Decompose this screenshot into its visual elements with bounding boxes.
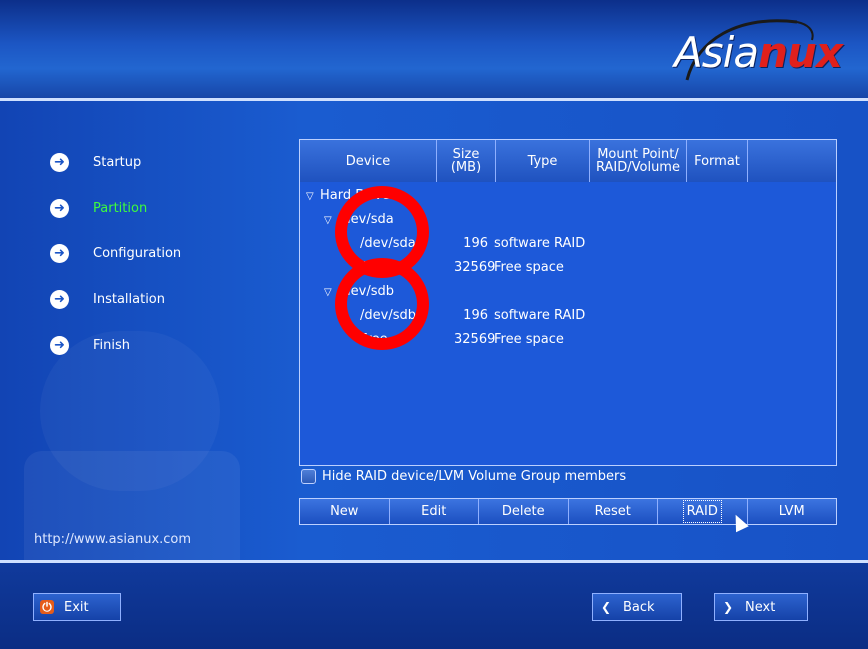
arrow-right-icon: ➜: [50, 243, 69, 263]
arrow-right-icon: ➜: [50, 198, 69, 218]
hide-members-label: Hide RAID device/LVM Volume Group member…: [322, 469, 627, 484]
logo-text-part-1: Asia: [674, 28, 759, 77]
type-cell: Free space: [494, 260, 564, 275]
exit-button-label: Exit: [64, 599, 89, 615]
back-button[interactable]: ❮ Back: [592, 593, 682, 621]
arrow-right-icon: ➜: [50, 289, 69, 309]
size-cell: 196: [463, 236, 488, 251]
size-cell: 32569: [454, 260, 496, 275]
partition-table[interactable]: Device Size (MB) Type Mount Point/ RAID/…: [299, 139, 837, 466]
hide-members-checkbox[interactable]: Hide RAID device/LVM Volume Group member…: [301, 469, 626, 484]
annotation-circle-lower: [335, 258, 429, 350]
top-banner: Asianux: [0, 0, 868, 98]
reset-button[interactable]: Reset: [569, 499, 658, 524]
next-button[interactable]: ❯ Next: [714, 593, 808, 621]
step-label: Finish: [93, 337, 131, 353]
bottom-nav-bar: ⏻ Exit ❮ Back ❯ Next: [0, 563, 868, 649]
delete-button-label: Delete: [501, 504, 545, 519]
step-installation: ➜ Installation: [50, 288, 165, 310]
column-header-format[interactable]: Format: [687, 140, 748, 182]
step-label: Partition: [93, 200, 148, 216]
partition-action-bar: New Edit Delete Reset RAID LVM: [299, 498, 837, 525]
step-label: Startup: [93, 154, 142, 170]
delete-button[interactable]: Delete: [479, 499, 569, 524]
new-button[interactable]: New: [300, 499, 390, 524]
chevron-right-icon: ❯: [722, 600, 734, 614]
step-label: Configuration: [93, 245, 182, 261]
main-area: ➜ Startup ➜ Partition ➜ Configuration ➜ …: [0, 101, 868, 601]
column-header-filler: [748, 140, 836, 182]
checkbox-icon[interactable]: [301, 469, 316, 484]
website-url: http://www.asianux.com: [34, 532, 192, 547]
raid-button-label: RAID: [682, 500, 722, 523]
lvm-button-label: LVM: [778, 504, 805, 519]
power-icon: ⏻: [40, 600, 54, 614]
asianux-logo: Asianux: [647, 10, 843, 90]
reset-button-label: Reset: [594, 504, 631, 519]
size-cell: 196: [463, 308, 488, 323]
back-button-label: Back: [623, 599, 655, 615]
logo-text-part-2: nux: [758, 28, 843, 77]
step-label: Installation: [93, 291, 166, 307]
new-button-label: New: [330, 504, 359, 519]
edit-button-label: Edit: [421, 504, 447, 519]
column-header-device[interactable]: Device: [300, 140, 437, 182]
step-partition: ➜ Partition: [50, 197, 147, 219]
step-finish: ➜ Finish: [50, 334, 130, 356]
type-cell: software RAID: [494, 236, 586, 251]
column-header-size[interactable]: Size (MB): [437, 140, 496, 182]
chevron-left-icon: ❮: [600, 600, 612, 614]
step-startup: ➜ Startup: [50, 151, 141, 173]
expander-icon[interactable]: ▽: [306, 191, 320, 202]
type-cell: Free space: [494, 332, 564, 347]
column-header-type[interactable]: Type: [496, 140, 590, 182]
lvm-button[interactable]: LVM: [748, 499, 837, 524]
table-header: Device Size (MB) Type Mount Point/ RAID/…: [300, 140, 836, 182]
edit-button[interactable]: Edit: [390, 499, 479, 524]
column-header-mount-point[interactable]: Mount Point/ RAID/Volume: [590, 140, 687, 182]
size-cell: 32569: [454, 332, 496, 347]
arrow-right-icon: ➜: [50, 335, 69, 355]
type-cell: software RAID: [494, 308, 586, 323]
arrow-right-icon: ➜: [50, 152, 69, 172]
exit-button[interactable]: ⏻ Exit: [33, 593, 121, 621]
next-button-label: Next: [745, 599, 776, 615]
step-configuration: ➜ Configuration: [50, 242, 181, 264]
